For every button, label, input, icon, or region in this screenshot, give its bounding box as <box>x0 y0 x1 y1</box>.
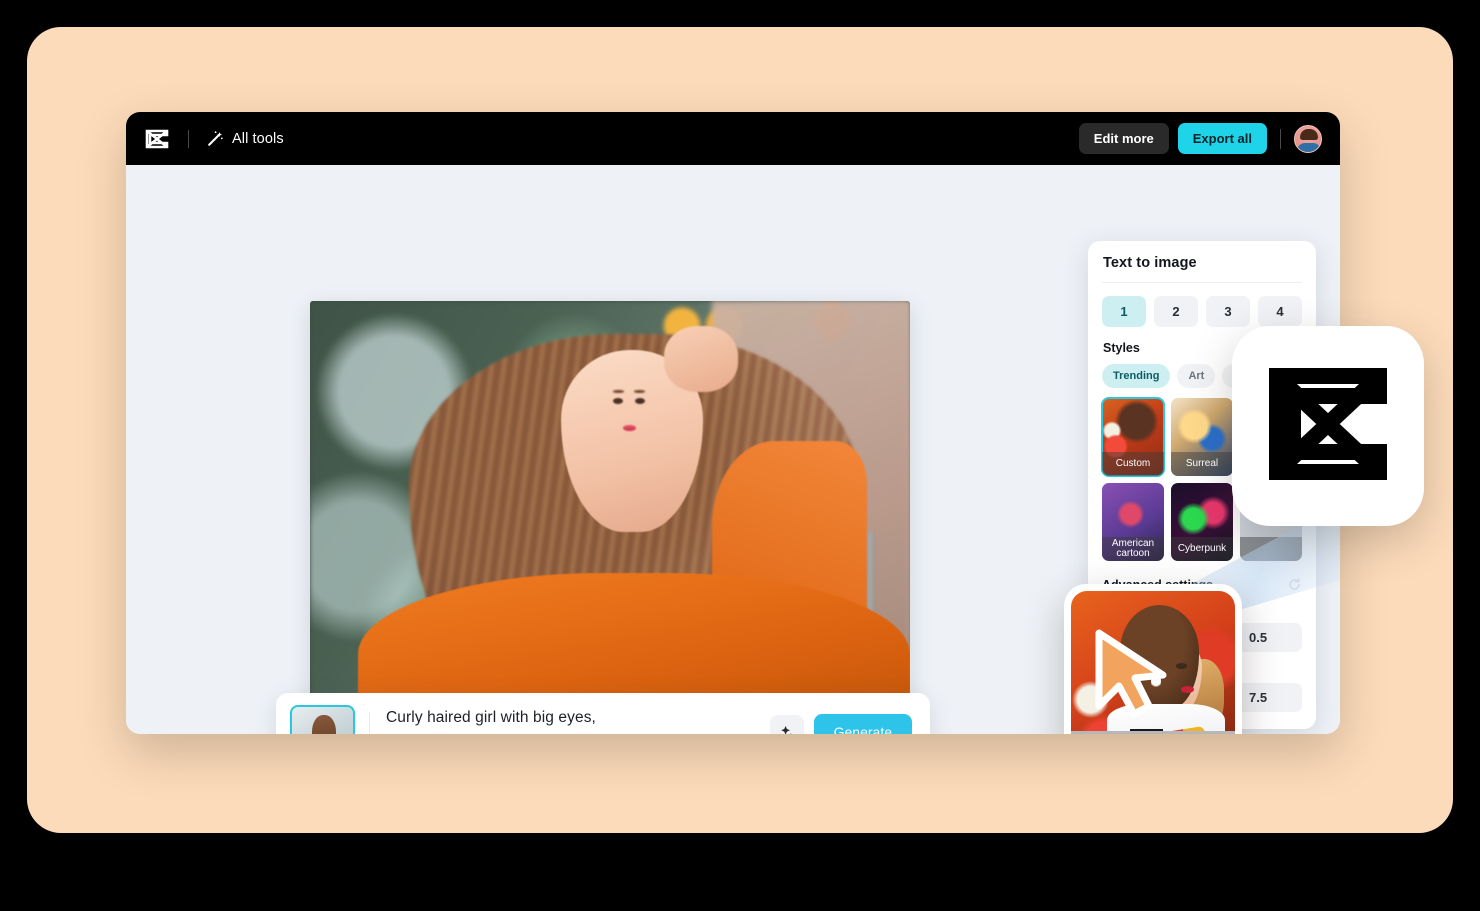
style-thumb-label <box>1240 537 1302 561</box>
style-thumb-custom[interactable]: Custom <box>1101 397 1165 477</box>
prompt-bar: Curly haired girl with big eyes, Custom … <box>276 693 930 734</box>
style-thumb-surreal[interactable]: Surreal <box>1171 398 1233 476</box>
style-thumb-label: American cartoon <box>1102 537 1164 561</box>
generated-portrait-image[interactable] <box>310 301 910 713</box>
edit-more-button[interactable]: Edit more <box>1078 123 1169 154</box>
user-avatar[interactable] <box>1294 124 1322 153</box>
mouse-pointer-icon <box>1093 628 1169 720</box>
topbar-divider-2 <box>1280 128 1281 149</box>
callout-card-caption: Custom <box>1071 731 1235 734</box>
app-topbar: All tools Edit more Export all <box>126 112 1340 165</box>
topbar-actions: Edit more Export all <box>1078 123 1322 154</box>
capcut-logo-icon[interactable] <box>144 129 170 149</box>
image-count-option-1[interactable]: 1 <box>1102 296 1146 327</box>
reference-image-thumbnail[interactable] <box>290 705 355 734</box>
image-count-option-4[interactable]: 4 <box>1258 296 1302 327</box>
panel-title: Text to image <box>1103 255 1197 271</box>
export-all-button[interactable]: Export all <box>1177 123 1267 154</box>
magic-sparkle-icon[interactable] <box>769 715 804 734</box>
style-thumb-label: Surreal <box>1171 452 1233 476</box>
reset-icon[interactable] <box>1287 577 1302 592</box>
style-thumb-american-cartoon[interactable]: American cartoon <box>1102 483 1164 561</box>
screenshot-root: All tools Edit more Export all Text to i… <box>0 0 1480 911</box>
prompt-divider <box>369 712 370 734</box>
all-tools-label[interactable]: All tools <box>232 131 284 147</box>
capcut-logo-tile <box>1232 326 1424 526</box>
image-count-option-2[interactable]: 2 <box>1154 296 1198 327</box>
prompt-text[interactable]: Curly haired girl with big eyes, <box>386 709 770 727</box>
panel-header: Text to image <box>1088 241 1316 282</box>
prompt-text-area[interactable]: Curly haired girl with big eyes, Custom <box>386 709 770 735</box>
style-thumb-label: Custom <box>1102 452 1164 476</box>
guidance-value[interactable]: 7.5 <box>1238 683 1302 712</box>
weight-value[interactable]: 0.5 <box>1238 623 1302 652</box>
style-tab-trending[interactable]: Trending <box>1102 364 1171 388</box>
image-count-option-3[interactable]: 3 <box>1206 296 1250 327</box>
topbar-divider <box>188 129 189 148</box>
style-tab-art[interactable]: Art <box>1177 364 1216 388</box>
magic-wand-icon[interactable] <box>207 130 232 147</box>
image-count-selector: 1 2 3 4 <box>1088 283 1316 327</box>
style-thumb-label: Cyberpunk <box>1171 537 1233 561</box>
generate-button[interactable]: Generate <box>813 714 912 734</box>
style-thumb-cyberpunk[interactable]: Cyberpunk <box>1171 483 1233 561</box>
capcut-logo-icon <box>1263 366 1393 487</box>
